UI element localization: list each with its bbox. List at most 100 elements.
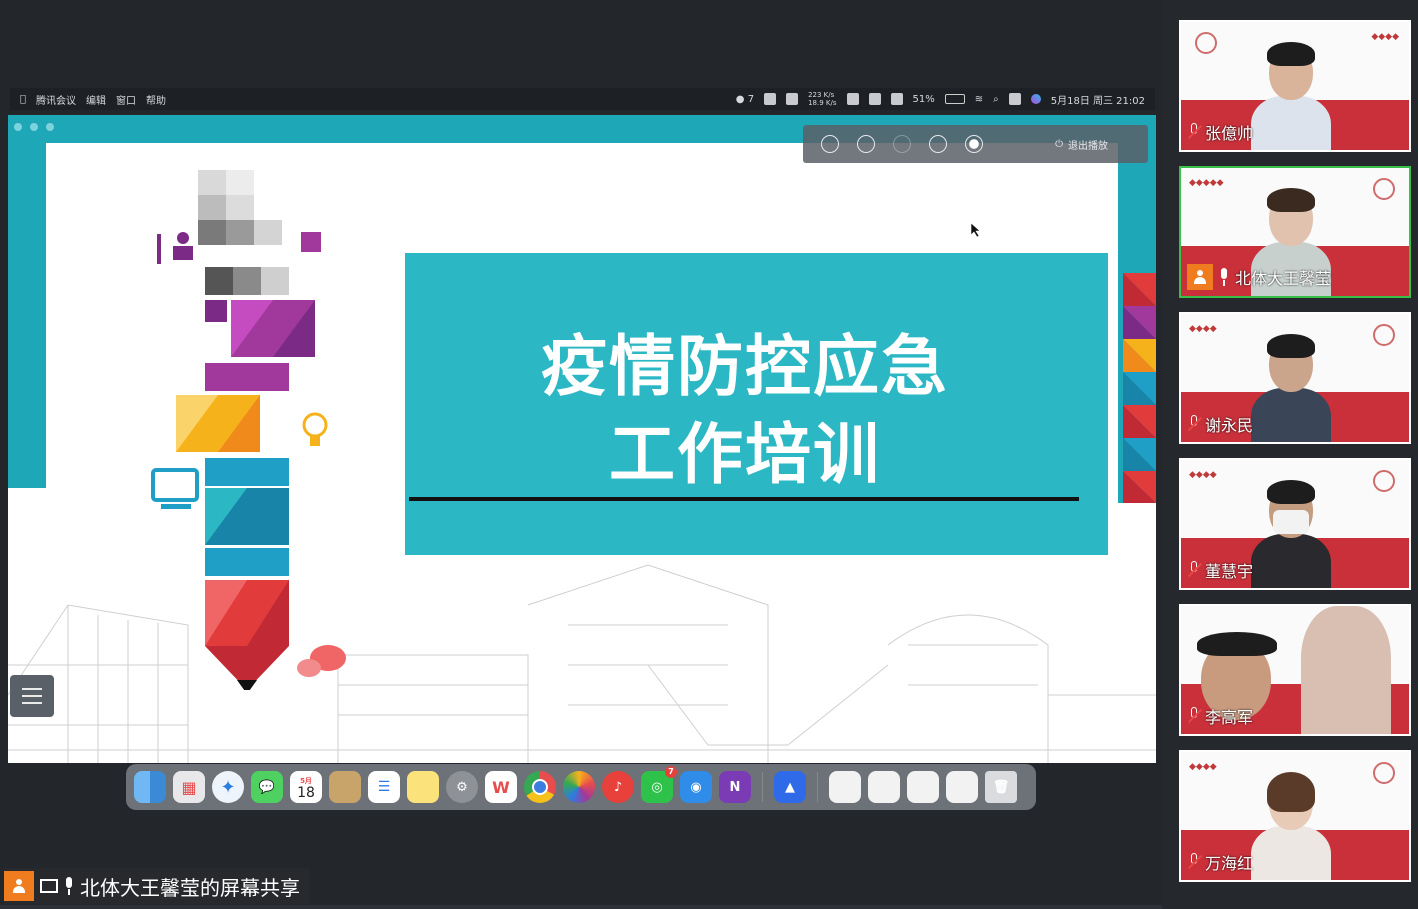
- university-seal-icon: [1373, 470, 1395, 492]
- chrome-icon[interactable]: [524, 771, 556, 803]
- safari-icon[interactable]: ✦: [212, 771, 244, 803]
- mic-muted-icon: [1187, 123, 1201, 141]
- shared-screen: 疫情防控应急 工作培训 ⏻ 退出播放: [8, 115, 1156, 763]
- recent-window-4-icon[interactable]: [946, 771, 978, 803]
- notes-icon[interactable]: [407, 771, 439, 803]
- slide-title-box: 疫情防控应急 工作培训: [405, 253, 1108, 555]
- laser-pointer-icon[interactable]: [965, 135, 983, 153]
- spotlight-icon[interactable]: ⌕: [993, 94, 999, 105]
- wechat-status-icon[interactable]: ● 7: [736, 94, 754, 105]
- face-mask: [1273, 510, 1309, 534]
- recent-window-3-icon[interactable]: [907, 771, 939, 803]
- contacts-icon[interactable]: [329, 771, 361, 803]
- computer-monitor-icon: [151, 468, 199, 509]
- university-logo-icon: ◆◆◆◆: [1371, 32, 1399, 42]
- participant-tile[interactable]: ◆◆◆◆ 万海红: [1179, 750, 1411, 882]
- wifi-icon[interactable]: ≋: [975, 94, 983, 105]
- university-seal-icon: [1373, 324, 1395, 346]
- mouse-cursor-icon: [971, 223, 981, 237]
- clock-datetime[interactable]: 5月18日 周三 21:02: [1051, 92, 1145, 107]
- zoom-in-icon[interactable]: [821, 135, 839, 153]
- menu-edit[interactable]: 编辑: [86, 92, 106, 107]
- input-method-icon[interactable]: [868, 93, 881, 105]
- search-app-icon[interactable]: [786, 93, 799, 105]
- participant-name-bar: 李高军: [1187, 704, 1253, 728]
- participant-name-bar: 张億帅: [1187, 120, 1253, 144]
- screenshot-status-icon[interactable]: [890, 93, 903, 105]
- minimize-dot-icon[interactable]: [30, 123, 38, 131]
- main-stage:  腾讯会议 编辑 窗口 帮助 ● 7 223 K/s 18.9 K/s 51%…: [0, 0, 1162, 909]
- mic-muted-icon: [1187, 561, 1201, 579]
- screen-share-icon: [40, 879, 58, 893]
- mic-icon: [62, 877, 76, 895]
- netease-music-icon[interactable]: ♪: [602, 771, 634, 803]
- participant-name-bar: 谢永民: [1187, 412, 1253, 436]
- system-preferences-icon[interactable]: ⚙: [446, 771, 478, 803]
- recent-window-2-icon[interactable]: [868, 771, 900, 803]
- close-dot-icon[interactable]: [14, 123, 22, 131]
- launchpad-icon[interactable]: ▦: [173, 771, 205, 803]
- wechat-icon[interactable]: ◎ 7: [641, 766, 677, 803]
- presentation-toolbar: ⏻ 退出播放: [803, 125, 1148, 163]
- university-logo-icon: ◆◆◆◆: [1189, 762, 1217, 772]
- battery-icon[interactable]: [944, 94, 965, 104]
- calendar-icon[interactable]: 5月 18: [290, 771, 322, 803]
- slide-list-button[interactable]: [10, 675, 54, 717]
- exit-playback-button[interactable]: ⏻ 退出播放: [1055, 137, 1108, 152]
- next-slide-icon[interactable]: [929, 135, 947, 153]
- mic-muted-icon: [1187, 707, 1201, 725]
- qq-icon[interactable]: ◉: [680, 771, 712, 803]
- slide-left-band: [8, 143, 46, 488]
- wps-icon[interactable]: W: [485, 771, 517, 803]
- photos-icon[interactable]: [563, 771, 595, 803]
- participant-tile[interactable]: 李高军: [1179, 604, 1411, 736]
- participant-video: [1251, 480, 1331, 588]
- zoom-dot-icon[interactable]: [46, 123, 54, 131]
- siri-icon[interactable]: [1030, 94, 1041, 104]
- messages-icon[interactable]: 💬: [251, 771, 283, 803]
- right-edge-pattern: [1123, 273, 1156, 503]
- wps-status-icon[interactable]: [764, 93, 777, 105]
- participant-video: [1251, 42, 1331, 150]
- slide-title: 疫情防控应急 工作培训: [541, 328, 949, 493]
- participant-video: [1251, 772, 1331, 880]
- participant-tile-active-speaker[interactable]: ◆◆◆◆◆ 北体大王馨莹: [1179, 166, 1411, 298]
- participant-name-bar: 万海红: [1187, 850, 1253, 874]
- university-logo-icon: [1195, 32, 1217, 54]
- mac-menubar:  腾讯会议 编辑 窗口 帮助 ● 7 223 K/s 18.9 K/s 51%…: [10, 88, 1155, 110]
- battery-percent: 51%: [912, 93, 935, 105]
- user-avatar-icon: [4, 871, 34, 901]
- participant-tile[interactable]: ◆◆◆◆ 董慧宇: [1179, 458, 1411, 590]
- participant-tile[interactable]: ◆◆◆◆ 张億帅: [1179, 20, 1411, 152]
- previous-slide-icon[interactable]: [893, 135, 911, 153]
- menu-app[interactable]: 腾讯会议: [36, 92, 76, 107]
- layout-status-icon[interactable]: [846, 93, 859, 105]
- trash-icon[interactable]: 🗑: [985, 771, 1017, 803]
- finder-icon[interactable]: [134, 771, 166, 803]
- tencent-meeting-icon[interactable]: ▲: [774, 771, 806, 803]
- menu-help[interactable]: 帮助: [146, 92, 166, 107]
- participant-video: [1251, 334, 1331, 442]
- participant-name-bar: 北体大王馨莹: [1187, 264, 1331, 290]
- dock-separator: [762, 772, 763, 802]
- participant-name-bar: 董慧宇: [1187, 558, 1253, 582]
- participant-video-list: ◆◆◆◆ 张億帅 ◆◆◆◆◆ 北体大王馨莹 ◆◆◆◆ 谢永民 ◆◆◆◆ 董慧宇 …: [1162, 0, 1418, 909]
- mac-dock: ▦ ✦ 💬 5月 18 ☰ ⚙ W ♪ ◎ 7 ◉ N ▲ 🗑: [126, 764, 1036, 810]
- mic-icon: [1217, 268, 1231, 286]
- control-center-icon[interactable]: [1008, 93, 1021, 105]
- university-seal-icon: [1373, 762, 1395, 784]
- menu-window[interactable]: 窗口: [116, 92, 136, 107]
- chat-bubble-icon: [297, 645, 346, 677]
- network-speed: 223 K/s 18.9 K/s: [808, 91, 837, 107]
- mic-muted-icon: [1187, 415, 1201, 433]
- hand-in-frame: [1301, 606, 1391, 734]
- university-seal-icon: [1373, 178, 1395, 200]
- apple-menu-icon[interactable]: : [20, 94, 26, 105]
- zoom-out-icon[interactable]: [857, 135, 875, 153]
- university-logo-icon: ◆◆◆◆◆: [1189, 178, 1224, 188]
- lightbulb-icon: [302, 412, 328, 446]
- participant-tile[interactable]: ◆◆◆◆ 谢永民: [1179, 312, 1411, 444]
- recent-window-1-icon[interactable]: [829, 771, 861, 803]
- onenote-icon[interactable]: N: [719, 771, 751, 803]
- reminders-icon[interactable]: ☰: [368, 771, 400, 803]
